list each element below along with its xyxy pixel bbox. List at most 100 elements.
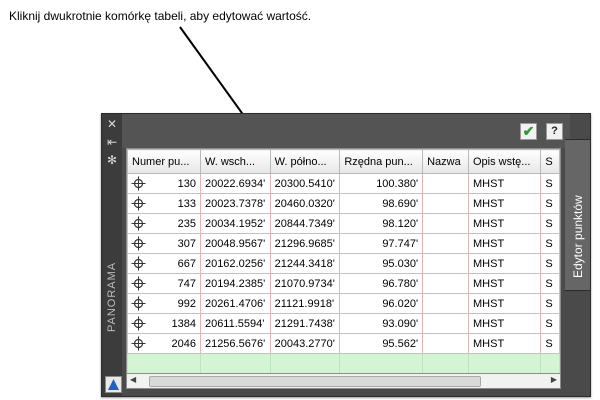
table-cell-s[interactable]: S: [540, 293, 560, 314]
table-row[interactable]: 130 20022.6934' 20300.5410' 100.380' MHST S: [127, 173, 560, 194]
table-cell-elev[interactable]: 96.020': [339, 293, 424, 314]
table-cell-north[interactable]: 20300.5410': [269, 173, 341, 194]
close-icon[interactable]: ✕: [104, 117, 120, 131]
table-cell-name[interactable]: [422, 333, 469, 354]
table-cell-num[interactable]: 667: [127, 253, 201, 274]
table-row[interactable]: 307 20048.9567' 21296.9685' 97.747' MHST S: [127, 233, 560, 254]
table-cell-num[interactable]: 130: [127, 173, 201, 194]
table-cell-east[interactable]: 20162.0256': [199, 253, 271, 274]
table-cell-desc[interactable]: MHST: [467, 233, 542, 254]
new-row-cell[interactable]: [199, 353, 271, 374]
new-row-cell[interactable]: [269, 353, 341, 374]
table-cell-s[interactable]: S: [540, 253, 560, 274]
table-cell-s[interactable]: S: [540, 173, 560, 194]
table-cell-desc[interactable]: MHST: [467, 213, 542, 234]
table-cell-name[interactable]: [422, 213, 469, 234]
table-cell-north[interactable]: 20844.7349': [269, 213, 341, 234]
table-cell-north[interactable]: 20460.0320': [269, 193, 341, 214]
table-cell-num[interactable]: 1384: [127, 313, 201, 334]
properties-icon[interactable]: ✻: [104, 153, 120, 167]
table-cell-num[interactable]: 307: [127, 233, 201, 254]
auto-hide-icon[interactable]: ⇤: [104, 135, 120, 149]
table-cell-desc[interactable]: MHST: [467, 273, 542, 294]
table-cell-s[interactable]: S: [540, 213, 560, 234]
point-marker-icon: [131, 176, 146, 193]
table-cell-north[interactable]: 21121.9918': [269, 293, 341, 314]
table-row[interactable]: 1384 20611.5594' 21291.7438' 93.090' MHST S: [127, 313, 560, 334]
accept-icon[interactable]: ✔: [520, 123, 537, 140]
table-cell-elev[interactable]: 93.090': [339, 313, 424, 334]
table-cell-north[interactable]: 21244.3418': [269, 253, 341, 274]
table-cell-east[interactable]: 20022.6934': [199, 173, 271, 194]
table-cell-east[interactable]: 20048.9567': [199, 233, 271, 254]
table-cell-num[interactable]: 133: [127, 193, 201, 214]
palette-title-strip[interactable]: ✕ ⇤ ✻ PANORAMA: [102, 114, 122, 396]
table-cell-name[interactable]: [422, 193, 469, 214]
table-cell-name[interactable]: [422, 273, 469, 294]
column-header-elevation[interactable]: Rzędna pun...: [339, 149, 424, 174]
table-cell-east[interactable]: 20261.4706': [199, 293, 271, 314]
table-cell-east[interactable]: 20034.1952': [199, 213, 271, 234]
table-cell-east[interactable]: 20023.7378': [199, 193, 271, 214]
table-cell-desc[interactable]: MHST: [467, 253, 542, 274]
table-cell-north[interactable]: 20043.2770': [269, 333, 341, 354]
new-row-cell[interactable]: [540, 353, 560, 374]
table-row[interactable]: 747 20194.2385' 21070.9734' 96.780' MHST S: [127, 273, 560, 294]
table-cell-elev[interactable]: 95.562': [339, 333, 424, 354]
column-header-easting[interactable]: W. wsch...: [199, 149, 271, 174]
table-row[interactable]: 235 20034.1952' 20844.7349' 98.120' MHST S: [127, 213, 560, 234]
new-row-cell[interactable]: [339, 353, 424, 374]
table-cell-s[interactable]: S: [540, 333, 560, 354]
table-row[interactable]: 667 20162.0256' 21244.3418' 95.030' MHST S: [127, 253, 560, 274]
table-cell-s[interactable]: S: [540, 273, 560, 294]
table-cell-num[interactable]: 235: [127, 213, 201, 234]
table-row[interactable]: 2046 21256.5676' 20043.2770' 95.562' MHST S: [127, 333, 560, 354]
table-row[interactable]: 133 20023.7378' 20460.0320' 98.690' MHST S: [127, 193, 560, 214]
table-cell-east[interactable]: 20194.2385': [199, 273, 271, 294]
horizontal-scrollbar[interactable]: ◀ ▶: [126, 373, 561, 389]
help-button[interactable]: ?: [546, 123, 563, 140]
column-header-s[interactable]: S: [540, 149, 560, 174]
table-cell-desc[interactable]: MHST: [467, 313, 542, 334]
table-cell-elev[interactable]: 96.780': [339, 273, 424, 294]
table-cell-s[interactable]: S: [540, 233, 560, 254]
new-row[interactable]: [127, 353, 560, 374]
column-header-northing[interactable]: W. półno...: [269, 149, 341, 174]
table-cell-east[interactable]: 20611.5594': [199, 313, 271, 334]
new-row-cell[interactable]: [467, 353, 542, 374]
point-table: Numer pu... W. wsch... W. półno... Rzędn…: [126, 148, 561, 375]
column-header-point-number[interactable]: Numer pu...: [127, 149, 201, 174]
tab-point-editor[interactable]: Edytor punktów: [565, 139, 591, 291]
table-cell-name[interactable]: [422, 173, 469, 194]
table-cell-north[interactable]: 21296.9685': [269, 233, 341, 254]
table-cell-desc[interactable]: MHST: [467, 193, 542, 214]
table-cell-north[interactable]: 21291.7438': [269, 313, 341, 334]
table-cell-s[interactable]: S: [540, 313, 560, 334]
column-header-name[interactable]: Nazwa: [422, 149, 469, 174]
table-cell-elev[interactable]: 97.747': [339, 233, 424, 254]
scroll-right-icon[interactable]: ▶: [551, 375, 557, 384]
table-cell-num[interactable]: 992: [127, 293, 201, 314]
table-cell-elev[interactable]: 98.690': [339, 193, 424, 214]
table-cell-name[interactable]: [422, 233, 469, 254]
new-row-cell[interactable]: [422, 353, 469, 374]
table-cell-desc[interactable]: MHST: [467, 173, 542, 194]
table-cell-desc[interactable]: MHST: [467, 333, 542, 354]
table-cell-elev[interactable]: 98.120': [339, 213, 424, 234]
table-cell-name[interactable]: [422, 313, 469, 334]
scroll-left-icon[interactable]: ◀: [130, 375, 136, 384]
table-row[interactable]: 992 20261.4706' 21121.9918' 96.020' MHST S: [127, 293, 560, 314]
new-row-cell[interactable]: [127, 353, 201, 374]
table-cell-elev[interactable]: 100.380': [339, 173, 424, 194]
table-cell-name[interactable]: [422, 293, 469, 314]
table-cell-desc[interactable]: MHST: [467, 293, 542, 314]
table-cell-elev[interactable]: 95.030': [339, 253, 424, 274]
table-cell-num[interactable]: 2046: [127, 333, 201, 354]
table-cell-north[interactable]: 21070.9734': [269, 273, 341, 294]
table-cell-num[interactable]: 747: [127, 273, 201, 294]
table-cell-s[interactable]: S: [540, 193, 560, 214]
column-header-raw-description[interactable]: Opis wstę...: [467, 149, 542, 174]
table-cell-name[interactable]: [422, 253, 469, 274]
table-cell-east[interactable]: 21256.5676': [199, 333, 271, 354]
scrollbar-thumb[interactable]: [149, 376, 481, 387]
